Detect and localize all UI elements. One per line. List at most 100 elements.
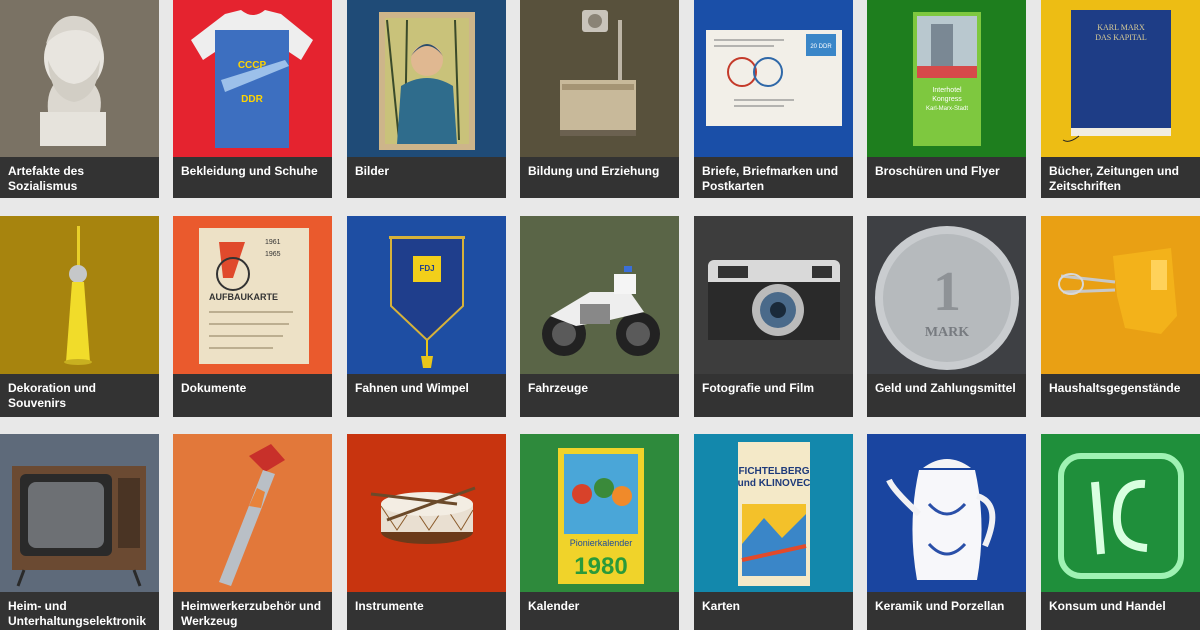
tile-image: [0, 0, 159, 157]
tile-image: [520, 0, 679, 157]
drum-icon: [347, 434, 506, 592]
category-tile-haushalt[interactable]: Haushaltsgegenstände: [1041, 216, 1200, 417]
saw-icon: [173, 434, 332, 592]
framed-painting-icon: [347, 0, 506, 157]
category-label: Heim- und Unterhaltungselektronik: [8, 599, 147, 628]
category-label: Heimwerkerzubehör und Werkzeug: [181, 599, 322, 628]
category-label: Kalender: [528, 599, 580, 613]
tile-image: [347, 434, 506, 592]
svg-text:1: 1: [933, 261, 961, 323]
tile-image: [520, 216, 679, 374]
category-tile-broschueren[interactable]: Interhotel Kongress Karl-Marx-Stadt Bros…: [867, 0, 1026, 198]
tile-image: Pionierkalender 1980: [520, 434, 679, 592]
svg-text:Kongress: Kongress: [932, 96, 962, 103]
category-tile-briefe[interactable]: 20 DDR Briefe, Briefmarken und Postkarte…: [694, 0, 853, 198]
tv-tower-icon: [0, 216, 159, 374]
category-tile-dokumente[interactable]: AUFBAUKARTE 1961 1965 Dokumente: [173, 216, 332, 417]
document-card-icon: AUFBAUKARTE 1961 1965: [173, 216, 332, 374]
category-label: Bildung und Erziehung: [528, 164, 660, 178]
overhead-projector-icon: [520, 0, 679, 157]
category-tile-fahnen[interactable]: FDJ Fahnen und Wimpel: [347, 216, 506, 417]
category-tile-fahrzeuge[interactable]: Fahrzeuge: [520, 216, 679, 417]
svg-text:FICHTELBERG: FICHTELBERG: [738, 466, 809, 477]
tile-image: [0, 216, 159, 374]
category-label: Broschüren und Flyer: [875, 164, 1000, 178]
category-tile-karten[interactable]: FICHTELBERG und KLINOVEC Karten: [694, 434, 853, 630]
tile-image: AUFBAUKARTE 1961 1965: [173, 216, 332, 374]
category-tile-konsum[interactable]: Konsum und Handel: [1041, 434, 1200, 630]
category-label: Bilder: [355, 164, 390, 178]
category-tile-bildung[interactable]: Bildung und Erziehung: [520, 0, 679, 198]
hand-mixer-icon: [1041, 216, 1200, 374]
category-tile-dekoration[interactable]: Dekoration und Souvenirs: [0, 216, 159, 417]
category-label: Haushaltsgegenstände: [1049, 381, 1181, 395]
tshirt-icon: CCCP DDR: [173, 0, 332, 157]
svg-text:KARL MARX: KARL MARX: [1097, 23, 1145, 32]
category-tile-buecher[interactable]: KARL MARX DAS KAPITAL Bücher, Zeitungen …: [1041, 0, 1200, 198]
svg-text:MARK: MARK: [925, 325, 969, 340]
tile-image: FDJ: [347, 216, 506, 374]
category-label: Dokumente: [181, 381, 247, 395]
svg-text:20 DDR: 20 DDR: [810, 44, 832, 50]
tile-image: Interhotel Kongress Karl-Marx-Stadt: [867, 0, 1026, 157]
category-grid: Artefakte des Sozialismus CCCP DDR Bekle…: [0, 0, 1200, 630]
category-tile-artefakte[interactable]: Artefakte des Sozialismus: [0, 0, 159, 198]
category-label: Instrumente: [355, 599, 424, 613]
tile-image: KARL MARX DAS KAPITAL: [1041, 0, 1200, 157]
tile-image: [0, 434, 159, 592]
category-label: Konsum und Handel: [1049, 599, 1166, 613]
category-label: Artefakte des Sozialismus: [8, 164, 85, 193]
svg-text:1961: 1961: [265, 239, 281, 246]
svg-text:DDR: DDR: [241, 94, 263, 105]
category-label: Dekoration und Souvenirs: [8, 381, 97, 410]
category-label: Karten: [702, 599, 741, 613]
tile-image: [1041, 434, 1200, 592]
svg-text:AUFBAUKARTE: AUFBAUKARTE: [209, 292, 278, 302]
category-label: Briefe, Briefmarken und Postkarten: [702, 164, 839, 193]
marx-bust-icon: [0, 0, 159, 157]
tile-image: 1 MARK: [867, 216, 1026, 374]
coffee-pot-icon: [867, 434, 1026, 592]
neon-sign-icon: [1041, 434, 1200, 592]
envelope-icon: 20 DDR: [694, 0, 853, 157]
pennant-icon: FDJ: [347, 216, 506, 374]
category-tile-keramik[interactable]: Keramik und Porzellan: [867, 434, 1026, 630]
category-tile-geld[interactable]: 1 MARK Geld und Zahlungsmittel: [867, 216, 1026, 417]
tile-image: [867, 434, 1026, 592]
category-tile-bekleidung[interactable]: CCCP DDR Bekleidung und Schuhe: [173, 0, 332, 198]
camera-icon: [694, 216, 853, 374]
svg-text:Pionierkalender: Pionierkalender: [570, 538, 633, 548]
tile-image: 20 DDR: [694, 0, 853, 157]
category-label: Keramik und Porzellan: [875, 599, 1005, 613]
svg-text:FDJ: FDJ: [419, 264, 434, 273]
svg-text:Karl-Marx-Stadt: Karl-Marx-Stadt: [926, 106, 968, 112]
category-label: Geld und Zahlungsmittel: [875, 381, 1016, 395]
svg-text:1965: 1965: [265, 251, 281, 258]
category-label: Fahnen und Wimpel: [355, 381, 469, 395]
category-tile-heimwerker[interactable]: Heimwerkerzubehör und Werkzeug: [173, 434, 332, 630]
category-tile-kalender[interactable]: Pionierkalender 1980 Kalender: [520, 434, 679, 630]
category-tile-bilder[interactable]: Bilder: [347, 0, 506, 198]
tile-image: FICHTELBERG und KLINOVEC: [694, 434, 853, 592]
map-booklet-icon: FICHTELBERG und KLINOVEC: [694, 434, 853, 592]
svg-text:Interhotel: Interhotel: [932, 87, 962, 94]
tile-image: CCCP DDR: [173, 0, 332, 157]
tile-image: [173, 434, 332, 592]
svg-text:und KLINOVEC: und KLINOVEC: [738, 478, 811, 489]
tile-image: [694, 216, 853, 374]
brochure-icon: Interhotel Kongress Karl-Marx-Stadt: [867, 0, 1026, 157]
book-icon: KARL MARX DAS KAPITAL: [1041, 0, 1200, 157]
category-tile-instrumente[interactable]: Instrumente: [347, 434, 506, 630]
svg-text:CCCP: CCCP: [238, 60, 267, 71]
category-label: Bekleidung und Schuhe: [181, 164, 318, 178]
category-tile-fotografie[interactable]: Fotografie und Film: [694, 216, 853, 417]
category-label: Fotografie und Film: [702, 381, 814, 395]
coin-icon: 1 MARK: [867, 216, 1026, 374]
tile-image: [1041, 216, 1200, 374]
svg-text:1980: 1980: [574, 553, 627, 580]
category-label: Fahrzeuge: [528, 381, 589, 395]
motorcycle-icon: [520, 216, 679, 374]
calendar-booklet-icon: Pionierkalender 1980: [520, 434, 679, 592]
category-tile-heimelektronik[interactable]: Heim- und Unterhaltungselektronik: [0, 434, 159, 630]
category-label: Bücher, Zeitungen und Zeitschriften: [1049, 164, 1180, 193]
